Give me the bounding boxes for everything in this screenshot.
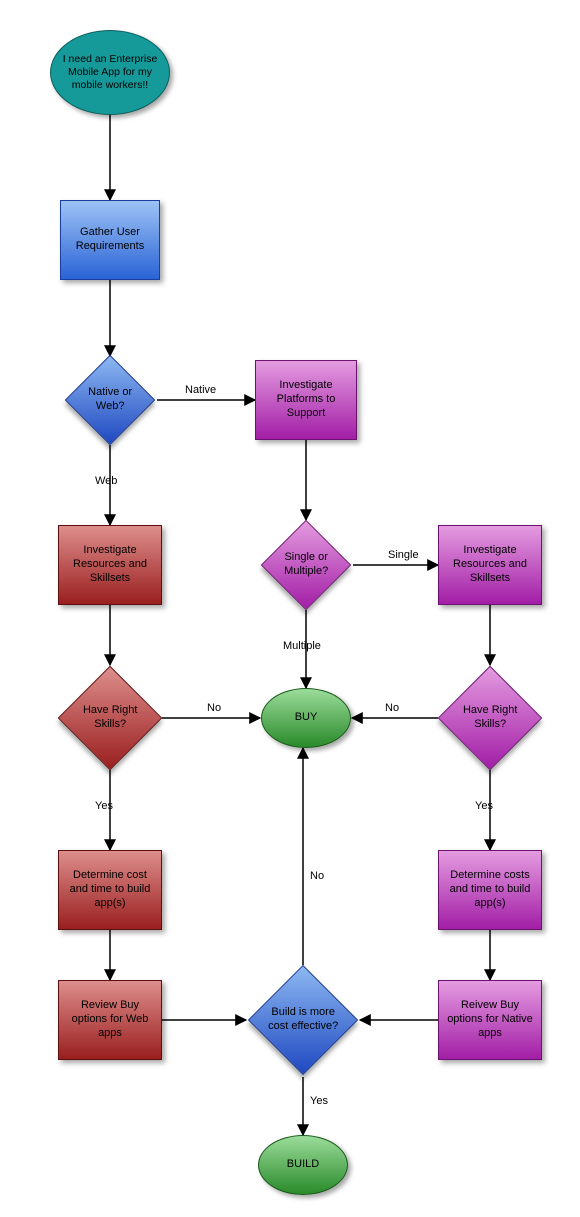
skills-web-text: Have Right Skills?: [74, 704, 146, 732]
edge-label-yes-web: Yes: [95, 800, 113, 812]
cost-native-text: Determine costs and time to build app(s): [445, 869, 535, 910]
review-web-text: Review Buy options for Web apps: [65, 999, 155, 1040]
edge-label-single: Single: [388, 549, 419, 561]
edge-label-yes-cost: Yes: [310, 1095, 328, 1107]
skills-native-text: Have Right Skills?: [454, 704, 526, 732]
native-or-web-text: Native or Web?: [79, 386, 141, 414]
buy-text: BUY: [295, 711, 318, 725]
buy-node: BUY: [261, 688, 351, 748]
flowchart-canvas: I need an Enterprise Mobile App for my m…: [0, 0, 580, 1217]
cost-native-node: Determine costs and time to build app(s): [438, 850, 542, 930]
investigate-platforms-text: Investigate Platforms to Support: [262, 379, 350, 420]
skills-web-node: Have Right Skills?: [58, 666, 163, 771]
investigate-resources-native-node: Investigate Resources and Skillsets: [438, 525, 542, 605]
investigate-resources-web-node: Investigate Resources and Skillsets: [58, 525, 162, 605]
edge-label-multiple: Multiple: [283, 640, 321, 652]
edge-label-native: Native: [185, 384, 216, 396]
start-text: I need an Enterprise Mobile App for my m…: [57, 53, 163, 92]
cost-web-text: Determine cost and time to build app(s): [65, 869, 155, 910]
cost-web-node: Determine cost and time to build app(s): [58, 850, 162, 930]
build-text: BUILD: [287, 1158, 319, 1172]
review-native-node: Reivew Buy options for Native apps: [438, 980, 542, 1060]
investigate-resources-web-text: Investigate Resources and Skillsets: [65, 544, 155, 585]
investigate-platforms-node: Investigate Platforms to Support: [255, 360, 357, 440]
edge-label-no-native: No: [385, 702, 399, 714]
gather-text: Gather User Requirements: [67, 226, 153, 254]
build-node: BUILD: [258, 1135, 348, 1195]
edge-label-web: Web: [95, 475, 117, 487]
start-node: I need an Enterprise Mobile App for my m…: [50, 30, 170, 115]
edge-label-yes-native: Yes: [475, 800, 493, 812]
review-native-text: Reivew Buy options for Native apps: [445, 999, 535, 1040]
cost-effective-text: Build is more cost effective?: [265, 1006, 341, 1034]
gather-node: Gather User Requirements: [60, 200, 160, 280]
edge-label-no-cost: No: [310, 870, 324, 882]
cost-effective-node: Build is more cost effective?: [248, 965, 358, 1075]
single-or-multiple-text: Single or Multiple?: [275, 551, 337, 579]
native-or-web-node: Native or Web?: [65, 355, 156, 446]
skills-native-node: Have Right Skills?: [438, 666, 543, 771]
investigate-resources-native-text: Investigate Resources and Skillsets: [445, 544, 535, 585]
review-web-node: Review Buy options for Web apps: [58, 980, 162, 1060]
edge-label-no-web: No: [207, 702, 221, 714]
single-or-multiple-node: Single or Multiple?: [261, 520, 352, 611]
